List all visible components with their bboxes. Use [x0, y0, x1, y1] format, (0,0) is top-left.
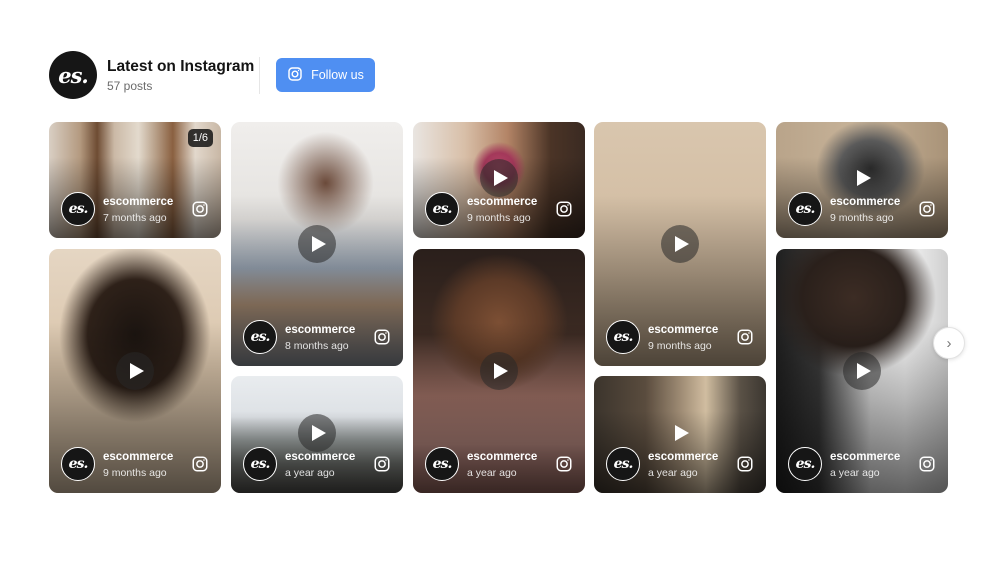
avatar: es. — [61, 447, 95, 481]
avatar: es. — [788, 447, 822, 481]
post-username: escommerce — [648, 323, 719, 336]
post-meta: escommerce a year ago — [467, 450, 555, 479]
post-username: escommerce — [285, 323, 356, 336]
post-time: 9 months ago — [830, 211, 894, 224]
carousel-count-badge: 1/6 — [187, 129, 213, 147]
play-icon[interactable] — [843, 352, 881, 390]
instagram-icon[interactable] — [373, 328, 391, 346]
post-card[interactable]: es. escommerce a year ago — [413, 249, 585, 493]
post-meta: escommerce 9 months ago — [103, 450, 191, 479]
instagram-icon[interactable] — [736, 455, 754, 473]
post-time: a year ago — [648, 466, 698, 479]
card-footer: es. escommerce a year ago — [606, 447, 754, 481]
post-count: 57 posts — [107, 79, 153, 93]
instagram-icon[interactable] — [373, 455, 391, 473]
avatar: es. — [606, 320, 640, 354]
post-meta: escommerce 8 months ago — [285, 323, 373, 352]
play-icon[interactable] — [298, 225, 336, 263]
post-card[interactable]: es. escommerce a year ago — [776, 249, 948, 493]
header-titles: Latest on Instagram 57 posts — [107, 57, 254, 93]
header-divider — [259, 57, 260, 94]
avatar: es. — [606, 447, 640, 481]
avatar: es. — [425, 192, 459, 226]
card-footer: es. escommerce 9 months ago — [425, 192, 573, 226]
post-time: 9 months ago — [648, 339, 712, 352]
card-footer: es. escommerce 9 months ago — [606, 320, 754, 354]
instagram-icon[interactable] — [918, 200, 936, 218]
card-footer: es. escommerce a year ago — [788, 447, 936, 481]
post-card[interactable]: es. escommerce 9 months ago — [413, 122, 585, 238]
post-card[interactable]: es. escommerce 8 months ago — [231, 122, 403, 366]
avatar: es. — [425, 447, 459, 481]
card-footer: es. escommerce 9 months ago — [61, 447, 209, 481]
brand-logo[interactable]: es. — [49, 51, 97, 99]
post-time: a year ago — [467, 466, 517, 479]
card-footer: es. escommerce 7 months ago — [61, 192, 209, 226]
instagram-icon[interactable] — [918, 455, 936, 473]
post-meta: escommerce 9 months ago — [648, 323, 736, 352]
instagram-icon[interactable] — [191, 455, 209, 473]
play-icon[interactable] — [480, 352, 518, 390]
feed-header: es. Latest on Instagram 57 posts — [49, 51, 254, 99]
post-username: escommerce — [103, 450, 174, 463]
avatar: es. — [788, 192, 822, 226]
post-username: escommerce — [467, 195, 538, 208]
post-card[interactable]: es. escommerce a year ago — [594, 376, 766, 493]
post-card[interactable]: es. escommerce a year ago — [231, 376, 403, 493]
instagram-icon — [287, 66, 303, 85]
post-time: 9 months ago — [103, 466, 167, 479]
post-username: escommerce — [830, 195, 901, 208]
feed-title: Latest on Instagram — [107, 58, 255, 75]
avatar: es. — [243, 447, 277, 481]
post-meta: escommerce 9 months ago — [830, 195, 918, 224]
play-icon[interactable] — [661, 225, 699, 263]
post-username: escommerce — [830, 450, 901, 463]
post-meta: escommerce a year ago — [285, 450, 373, 479]
instagram-icon[interactable] — [191, 200, 209, 218]
post-card[interactable]: es. escommerce 9 months ago — [49, 249, 221, 493]
post-meta: escommerce 9 months ago — [467, 195, 555, 224]
card-footer: es. escommerce 8 months ago — [243, 320, 391, 354]
post-time: a year ago — [285, 466, 335, 479]
post-meta: escommerce a year ago — [830, 450, 918, 479]
post-time: a year ago — [830, 466, 880, 479]
post-time: 8 months ago — [285, 339, 349, 352]
post-username: escommerce — [285, 450, 356, 463]
follow-us-label: Follow us — [311, 68, 364, 82]
play-icon[interactable] — [480, 158, 518, 197]
play-icon[interactable] — [116, 352, 154, 390]
card-footer: es. escommerce a year ago — [425, 447, 573, 481]
post-meta: escommerce a year ago — [648, 450, 736, 479]
chevron-right-icon: › — [946, 334, 952, 352]
card-footer: es. escommerce 9 months ago — [788, 192, 936, 226]
post-time: 7 months ago — [103, 211, 167, 224]
post-meta: escommerce 7 months ago — [103, 195, 191, 224]
next-page-button[interactable]: › — [933, 327, 965, 359]
post-card[interactable]: es. escommerce 9 months ago — [776, 122, 948, 238]
instagram-icon[interactable] — [555, 200, 573, 218]
avatar: es. — [61, 192, 95, 226]
post-card[interactable]: 1/6 es. escommerce 7 months ago — [49, 122, 221, 238]
post-card[interactable]: es. escommerce 9 months ago — [594, 122, 766, 366]
post-username: escommerce — [648, 450, 719, 463]
instagram-icon[interactable] — [736, 328, 754, 346]
post-username: escommerce — [467, 450, 538, 463]
card-footer: es. escommerce a year ago — [243, 447, 391, 481]
play-icon[interactable] — [843, 159, 881, 197]
avatar: es. — [243, 320, 277, 354]
instagram-icon[interactable] — [555, 455, 573, 473]
follow-us-button[interactable]: Follow us — [276, 58, 375, 92]
post-username: escommerce — [103, 195, 174, 208]
post-time: 9 months ago — [467, 211, 531, 224]
